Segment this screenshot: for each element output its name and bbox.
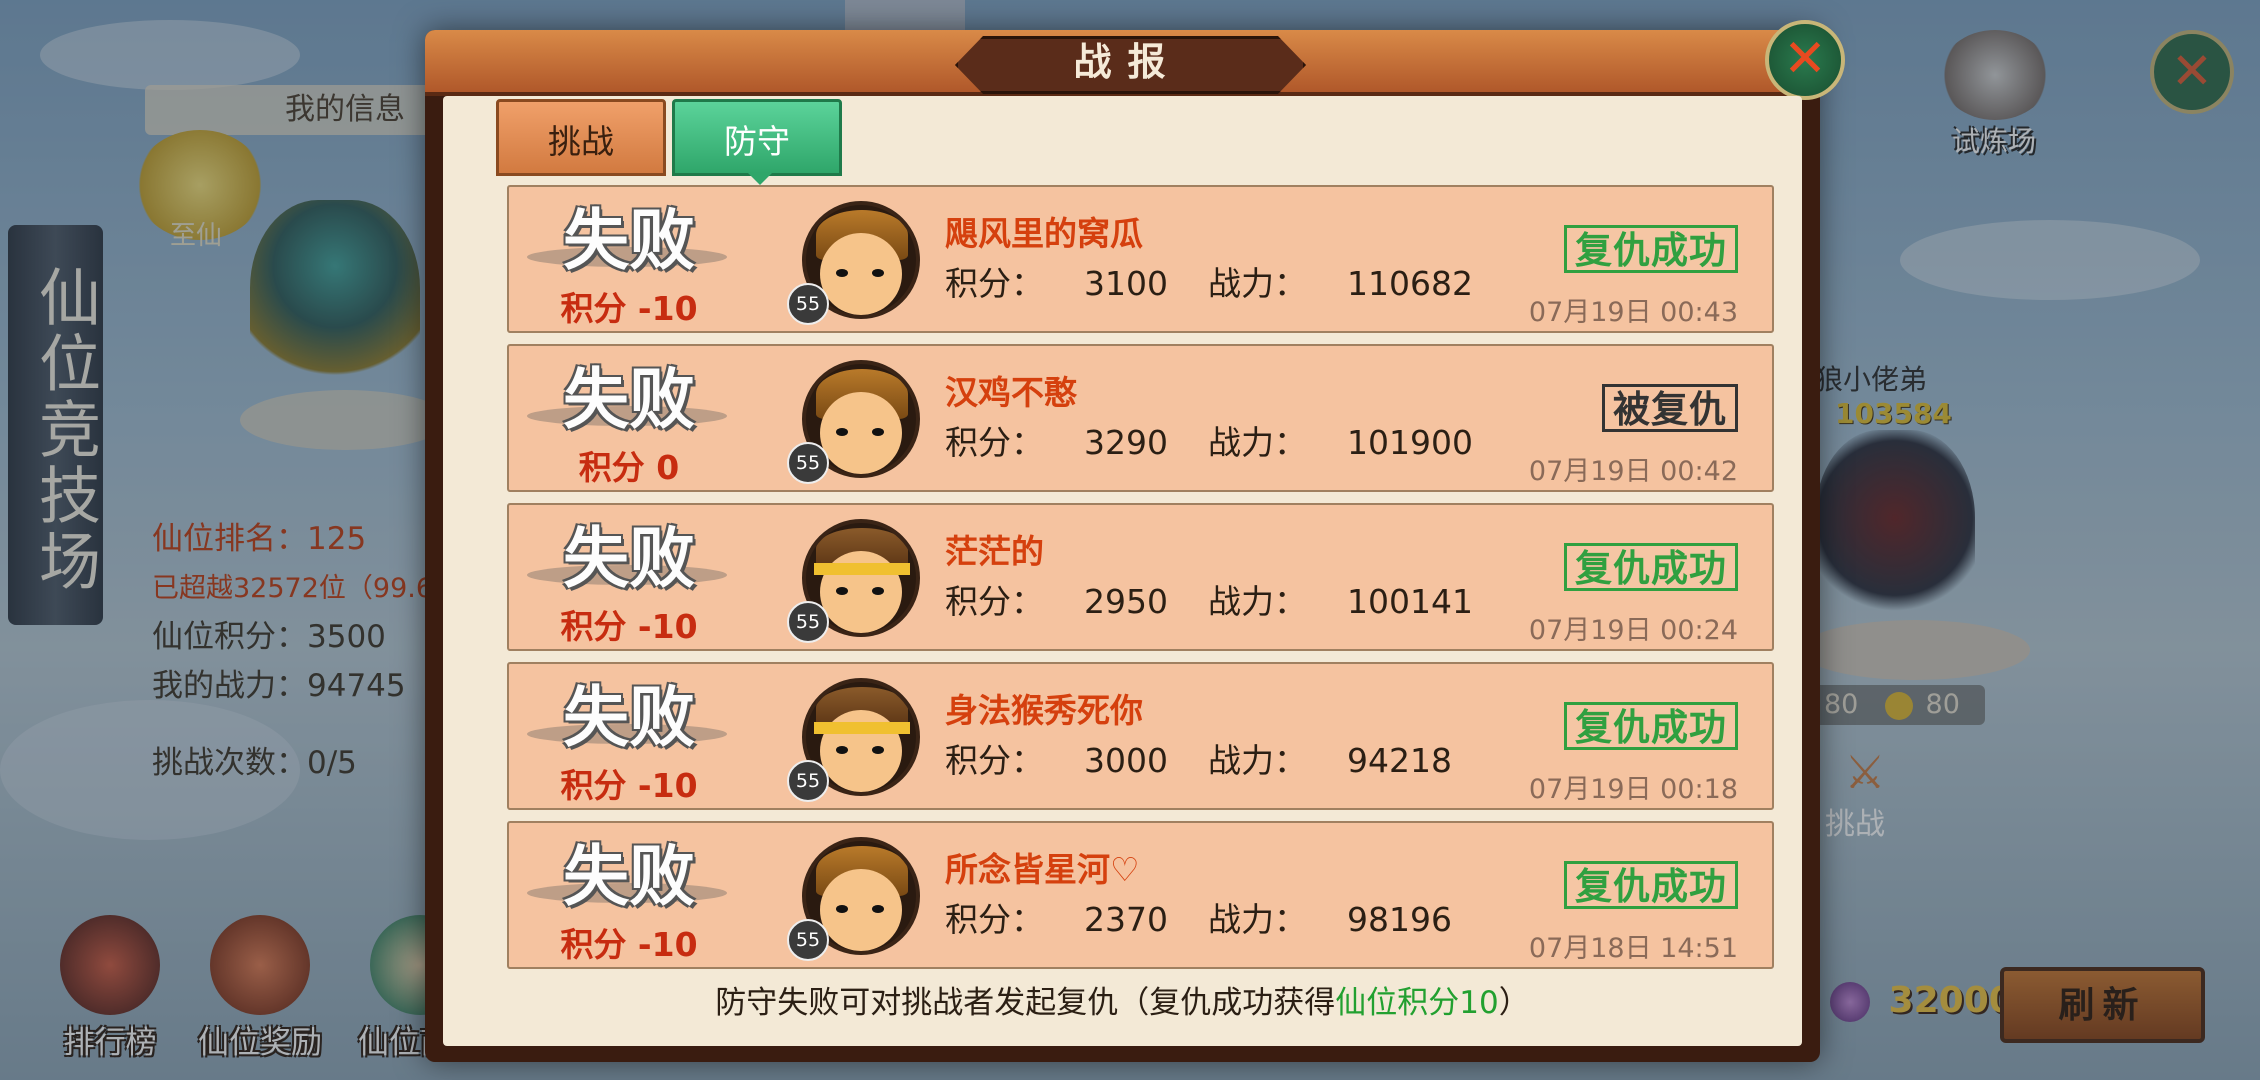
status-badge: 复仇成功 — [1564, 861, 1738, 909]
timestamp: 07月19日 00:43 — [1528, 297, 1738, 328]
revenge-hint: 防守失败可对挑战者发起复仇（复仇成功获得仙位积分10） — [425, 977, 1820, 1022]
player-score-power: 积分： 3000 战力： 94218 — [945, 741, 1452, 780]
hint-text: 防守失败可对挑战者发起复仇（复仇成功获得 — [715, 985, 1336, 1021]
level-badge: 55 — [787, 919, 829, 961]
modal-title: 战报 — [1073, 39, 1182, 84]
result-text: 失败 — [563, 201, 695, 279]
result-text: 失败 — [563, 678, 695, 756]
player-score-power: 积分： 3100 战力： 110682 — [945, 264, 1473, 303]
player-name: 身法猴秀死你 — [945, 691, 1143, 730]
player-name: 所念皆星河♡ — [945, 850, 1140, 889]
timestamp: 07月18日 14:51 — [1528, 933, 1738, 964]
score-change: 积分 -10 — [560, 289, 698, 328]
score-change: 积分 0 — [578, 448, 680, 487]
report-row: 失败 积分 -10 55 飓风里的窝瓜 积分： 3100 战力： 110682 复仇成… — [507, 185, 1774, 333]
status-badge: 复仇成功 — [1564, 702, 1738, 750]
result-text: 失败 — [563, 360, 695, 438]
report-row: 失败 积分 0 55 汉鸡不憨 积分： 3290 战力： 101900 被复仇 07月… — [507, 344, 1774, 492]
report-row: 失败 积分 -10 55 身法猴秀死你 积分： 3000 战力： 94218 复仇成功… — [507, 662, 1774, 810]
player-name: 飓风里的窝瓜 — [945, 214, 1143, 253]
tab-defend[interactable]: 防守 — [672, 99, 842, 176]
tab-challenge[interactable]: 挑战 — [496, 99, 666, 176]
timestamp: 07月19日 00:18 — [1528, 774, 1738, 805]
status-badge: 复仇成功 — [1564, 543, 1738, 591]
score-change: 积分 -10 — [560, 766, 698, 805]
score-change: 积分 -10 — [560, 607, 698, 646]
player-name: 汉鸡不憨 — [945, 373, 1077, 412]
result-text: 失败 — [563, 837, 695, 915]
level-badge: 55 — [787, 601, 829, 643]
level-badge: 55 — [787, 760, 829, 802]
hint-highlight: 仙位积分10 — [1335, 985, 1499, 1021]
player-score-power: 积分： 2950 战力： 100141 — [945, 582, 1473, 621]
status-badge: 复仇成功 — [1564, 225, 1738, 273]
modal-close-button[interactable]: ✕ — [1765, 20, 1845, 100]
player-name: 茫茫的 — [945, 532, 1044, 571]
player-score-power: 积分： 2370 战力： 98196 — [945, 900, 1452, 939]
score-change: 积分 -10 — [560, 925, 698, 964]
result-text: 失败 — [563, 519, 695, 597]
level-badge: 55 — [787, 442, 829, 484]
level-badge: 55 — [787, 283, 829, 325]
report-row: 失败 积分 -10 55 所念皆星河♡ 积分： 2370 战力： 98196 复仇成功… — [507, 821, 1774, 969]
timestamp: 07月19日 00:24 — [1528, 615, 1738, 646]
hint-end: ） — [1498, 985, 1530, 1021]
report-row: 失败 积分 -10 55 茫茫的 积分： 2950 战力： 100141 复仇成功 0… — [507, 503, 1774, 651]
timestamp: 07月19日 00:42 — [1528, 456, 1738, 487]
active-tab-indicator — [748, 173, 772, 185]
player-score-power: 积分： 3290 战力： 101900 — [945, 423, 1473, 462]
status-badge: 被复仇 — [1602, 384, 1738, 432]
